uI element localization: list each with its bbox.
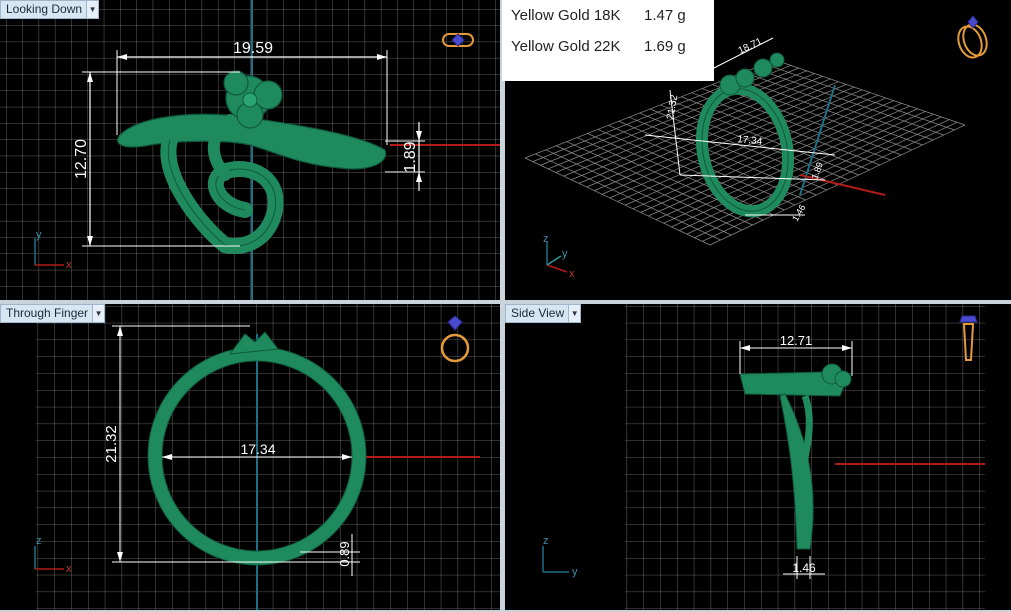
viewport-looking-down[interactable]: 19.59 12.70 1.89 y x Looking Down ▼: [0, 0, 500, 300]
looking-down-scene: 19.59 12.70 1.89 y x: [0, 0, 500, 300]
metal-weight: 1.47 g: [644, 7, 686, 24]
dim-thickness: 1.89: [402, 141, 419, 172]
axis-x-label: x: [66, 259, 72, 271]
dim-shank: 0.89: [337, 541, 352, 566]
metal-name: Yellow Gold 18K: [511, 7, 621, 24]
dim-inner-diameter: 17.34: [240, 441, 275, 457]
viewport-label-side-view[interactable]: Side View ▼: [505, 304, 582, 323]
dropdown-arrow-icon[interactable]: ▼: [568, 305, 581, 322]
viewport-through-finger[interactable]: 21.32 17.34 0.89 z x Through Finger ▼: [0, 304, 500, 610]
weight-row: Yellow Gold 22K 1.69 g: [511, 38, 704, 55]
axis-x-label: x: [569, 268, 575, 280]
axis-z-label: z: [36, 535, 42, 547]
metal-name: Yellow Gold 22K: [511, 38, 621, 55]
axis-z-label: z: [543, 233, 549, 245]
axis-x-label: x: [66, 563, 72, 575]
metal-weight-panel: Yellow Gold 18K 1.47 g Yellow Gold 22K 1…: [502, 0, 714, 81]
persp-dim-d: 1.89: [809, 161, 824, 181]
side-view-scene: 12.71 1.46 z y: [542, 304, 985, 610]
dropdown-arrow-icon[interactable]: ▼: [86, 1, 99, 18]
axis-y-label: y: [36, 229, 42, 241]
dim-side-width: 12.71: [780, 333, 813, 348]
axis-y-label: y: [562, 248, 568, 260]
axis-z-label: z: [543, 535, 549, 547]
metal-weight: 1.69 g: [644, 38, 686, 55]
through-finger-scene: 21.32 17.34 0.89 z x: [34, 304, 500, 610]
persp-dim-a: 18.71: [737, 36, 765, 57]
dim-width: 19.59: [233, 40, 273, 57]
ring-perspective-icon: [957, 15, 988, 59]
viewport-side-view[interactable]: 12.71 1.46 z y Side View ▼: [505, 304, 1011, 610]
dropdown-arrow-icon[interactable]: ▼: [92, 305, 105, 322]
axis-y-label: y: [572, 566, 578, 578]
dim-height: 21.32: [103, 425, 120, 463]
dim-height: 12.70: [73, 139, 90, 179]
viewport-label-looking-down[interactable]: Looking Down ▼: [0, 0, 100, 19]
viewport-label-through-finger[interactable]: Through Finger ▼: [0, 304, 106, 323]
weight-row: Yellow Gold 18K 1.47 g: [511, 7, 704, 24]
dim-side-base: 1.46: [792, 561, 816, 575]
